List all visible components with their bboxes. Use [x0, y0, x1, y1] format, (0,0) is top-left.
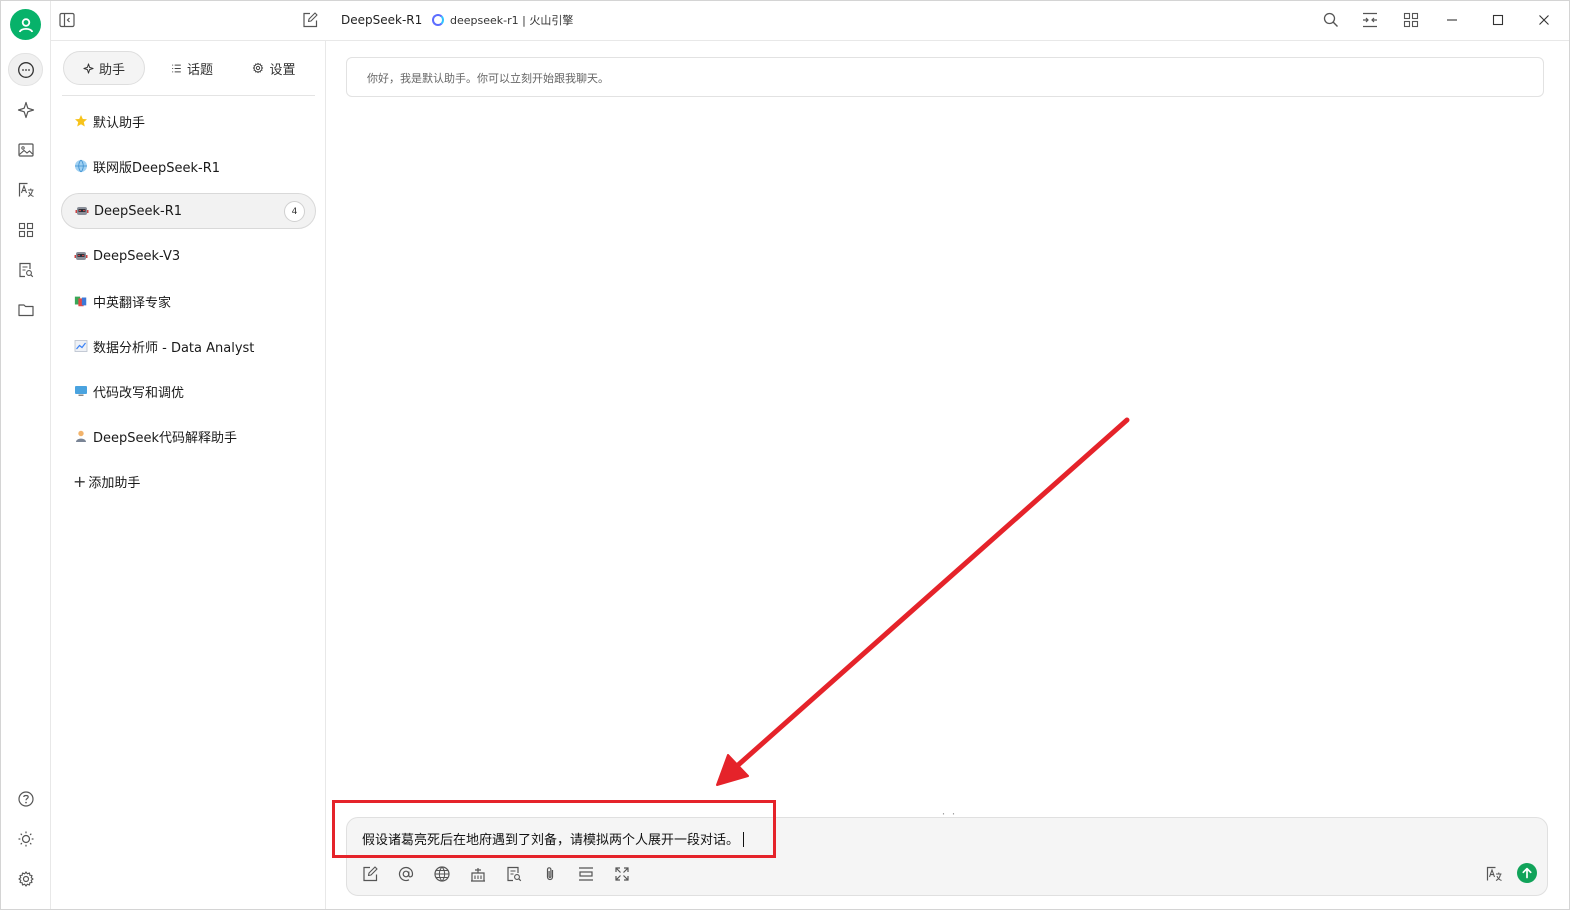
- annotation-highlight-box: [332, 800, 776, 858]
- annotation-arrow: [716, 417, 1130, 786]
